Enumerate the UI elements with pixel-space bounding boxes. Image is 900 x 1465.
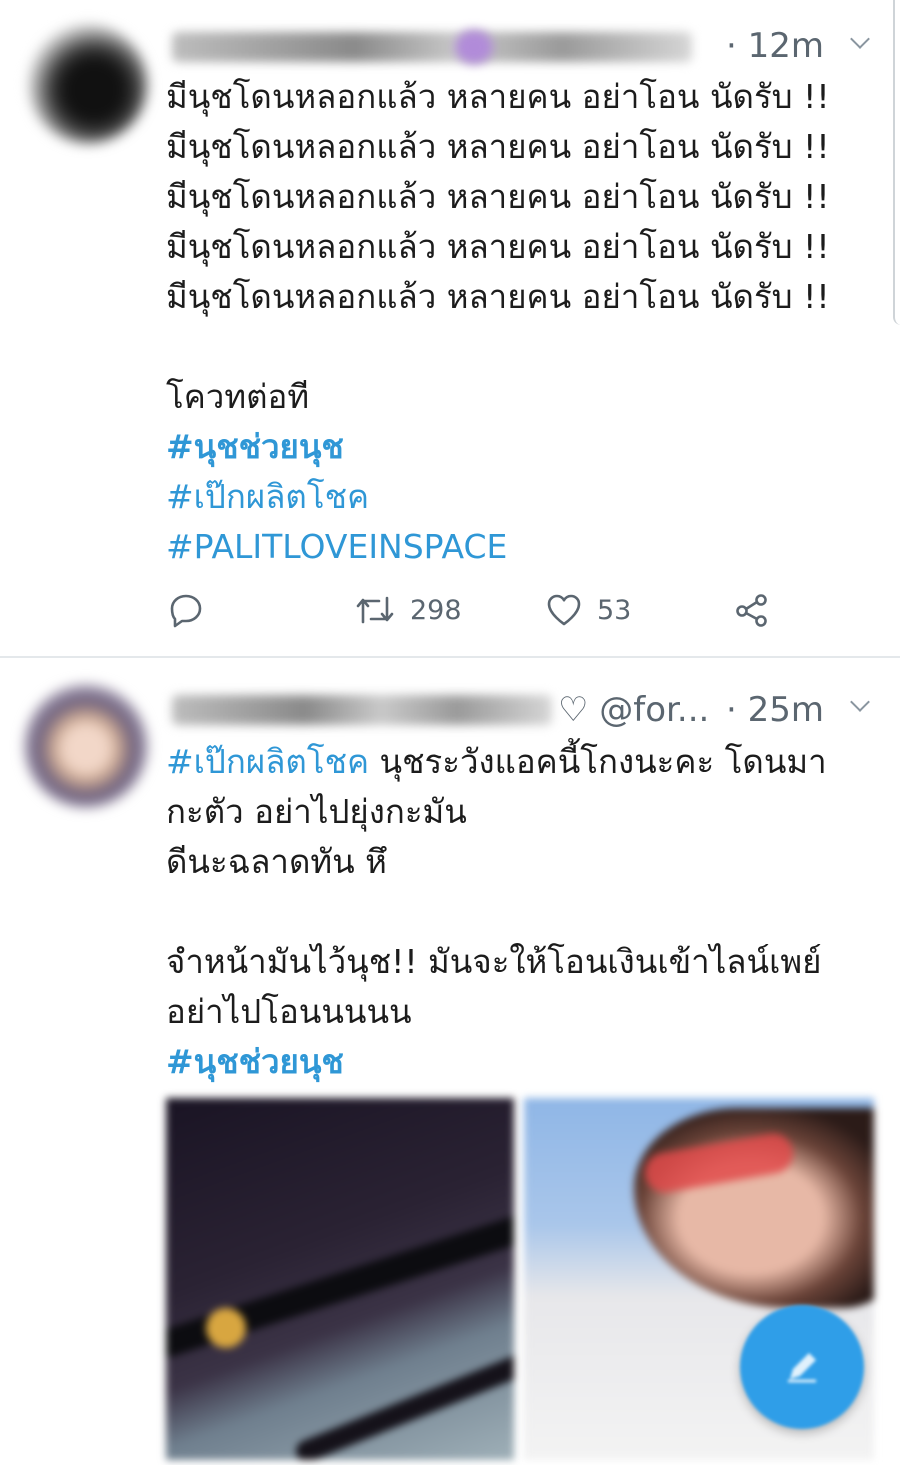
media-image-1[interactable] — [166, 1098, 514, 1460]
compose-tweet-icon — [780, 1345, 824, 1389]
hashtag-link[interactable]: #นุชช่วยนุช — [166, 1037, 876, 1087]
tweet-line: กะตัว อย่าไปยุ่งกะมัน — [166, 792, 467, 831]
tweet-line: อย่าไปโอนนนนน — [166, 992, 412, 1031]
tweet-timestamp: · 25m — [726, 690, 824, 730]
chevron-down-icon[interactable] — [850, 692, 870, 712]
author-handle[interactable]: ♡ @for... — [558, 690, 709, 730]
tweet-text: นุชระวังแอคนี้โกงนะคะ โดนมา — [369, 742, 827, 781]
tweet-body: #เป๊กผลิตโชค นุชระวังแอคนี้โกงนะคะ โดนมา… — [166, 737, 876, 1087]
tweet-line: จำหน้ามันไว้นุช!! มันจะให้โอนเงินเข้าไลน… — [166, 942, 822, 981]
avatar[interactable] — [24, 684, 148, 808]
compose-tweet-button[interactable] — [740, 1305, 864, 1429]
author-name-blurred[interactable] — [172, 695, 552, 725]
hashtag-link[interactable]: #เป๊กผลิตโชค — [166, 742, 369, 781]
tweet-line: ดีนะฉลาดทัน หึ — [166, 842, 387, 881]
tweet-2[interactable]: ♡ @for... · 25m #เป๊กผลิตโชค นุชระวังแอค… — [0, 0, 900, 1465]
tweet-line: #เป๊กผลิตโชค นุชระวังแอคนี้โกงนะคะ โดนมา — [166, 737, 876, 787]
